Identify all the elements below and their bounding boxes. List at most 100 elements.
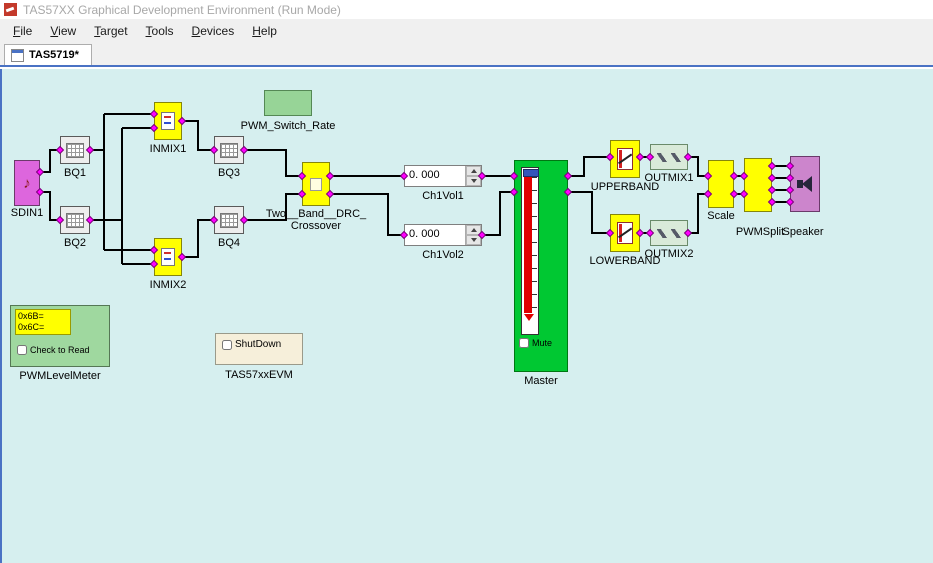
speaker-label: Speaker xyxy=(782,226,824,238)
menu-target[interactable]: Target xyxy=(85,21,136,41)
drc-curve-icon xyxy=(617,148,633,170)
pwm-level-meter-block[interactable]: 0x6B= 0x6C= Check to Read xyxy=(10,305,110,367)
crossover-label-line2: Crossover xyxy=(290,220,342,232)
ch1vol1-spin-buttons xyxy=(465,166,481,186)
menu-file[interactable]: File xyxy=(4,21,41,41)
level-pointer xyxy=(524,314,534,321)
outmix1-block[interactable] xyxy=(650,144,688,170)
master-volume-block[interactable]: Mute xyxy=(514,160,568,372)
pwmsplit-block[interactable] xyxy=(744,158,772,212)
sdin1-label: SDIN1 xyxy=(10,207,44,219)
outmix2-label: OUTMIX2 xyxy=(644,248,694,260)
pwm-level-meter-label: PWMLevelMeter xyxy=(19,370,101,382)
biquad-grid-icon xyxy=(66,212,84,228)
tas57xx-evm-label: TAS57xxEVM xyxy=(225,369,293,381)
tab-label: TAS5719* xyxy=(29,49,79,61)
menu-view[interactable]: View xyxy=(41,21,85,41)
scale-block[interactable] xyxy=(708,160,734,208)
crossover-label: Two__Band__DRC_ Crossover xyxy=(266,208,366,232)
outmix1-label: OUTMIX1 xyxy=(644,172,694,184)
arrow-up-icon xyxy=(470,228,477,232)
title-bar: TAS57XX Graphical Development Environmen… xyxy=(0,0,933,19)
shutdown-label: ShutDown xyxy=(235,339,282,350)
crossover-icon xyxy=(310,177,322,191)
shutdown-control[interactable]: ShutDown xyxy=(222,339,281,350)
schematic-canvas[interactable] xyxy=(0,69,933,563)
register-readout: 0x6B= 0x6C= xyxy=(15,309,71,335)
outmix-icon xyxy=(657,152,667,162)
menu-tools[interactable]: Tools xyxy=(137,21,183,41)
reg-6c-value: 0x6C= xyxy=(18,322,45,332)
arrow-down-icon xyxy=(470,179,477,183)
bq2-block[interactable] xyxy=(60,206,90,234)
outmix-icon xyxy=(657,228,667,238)
upperband-block[interactable] xyxy=(610,140,640,178)
menu-bar: File View Target Tools Devices Help xyxy=(0,19,933,43)
bq3-label: BQ3 xyxy=(217,167,241,179)
inmix1-label: INMIX1 xyxy=(149,143,187,155)
tab-tas5719[interactable]: TAS5719* xyxy=(4,44,92,65)
pwm-switch-rate-block[interactable] xyxy=(264,90,312,116)
reg-6b-value: 0x6B= xyxy=(18,311,44,321)
ch1vol2-spin-buttons xyxy=(465,225,481,245)
tab-bar: TAS5719* xyxy=(0,43,933,67)
mixer-icon xyxy=(161,248,175,266)
pwmsplit-label: PWMSplit xyxy=(735,226,785,238)
mute-checkbox[interactable] xyxy=(519,338,529,348)
biquad-grid-icon xyxy=(220,142,238,158)
speaker-block[interactable] xyxy=(790,156,820,212)
master-level-bar xyxy=(524,177,532,313)
shutdown-checkbox[interactable] xyxy=(222,339,232,350)
master-label: Master xyxy=(524,375,558,387)
ch1vol1-value: 0. 000 xyxy=(409,169,440,181)
document-icon xyxy=(11,48,24,62)
drc-curve-icon xyxy=(617,222,633,244)
mute-label: Mute xyxy=(532,338,553,348)
app-window: TAS57XX Graphical Development Environmen… xyxy=(0,0,933,563)
crossover-label-line1: Two__Band__DRC_ xyxy=(265,208,367,220)
scale-label: Scale xyxy=(707,210,735,222)
mute-control[interactable]: Mute xyxy=(519,338,552,348)
biquad-grid-icon xyxy=(220,212,238,228)
inmix2-block[interactable] xyxy=(154,238,182,276)
bq3-block[interactable] xyxy=(214,136,244,164)
ch1vol2-value: 0. 000 xyxy=(409,228,440,240)
bq4-block[interactable] xyxy=(214,206,244,234)
outmix-icon xyxy=(671,228,681,238)
bq1-block[interactable] xyxy=(60,136,90,164)
bq4-label: BQ4 xyxy=(217,237,241,249)
app-icon xyxy=(4,3,17,16)
arrow-down-icon xyxy=(470,238,477,242)
slider-thumb[interactable] xyxy=(523,169,539,177)
spin-up-button[interactable] xyxy=(466,225,481,235)
spin-down-button[interactable] xyxy=(466,176,481,186)
spin-down-button[interactable] xyxy=(466,235,481,245)
crossover-block[interactable] xyxy=(302,162,330,206)
bq1-label: BQ1 xyxy=(63,167,87,179)
bq2-label: BQ2 xyxy=(63,237,87,249)
window-title: TAS57XX Graphical Development Environmen… xyxy=(23,2,341,17)
sdin1-block[interactable]: ♪ xyxy=(14,160,40,206)
ch1vol1-label: Ch1Vol1 xyxy=(422,190,464,202)
check-to-read-checkbox[interactable] xyxy=(17,345,27,355)
music-note-icon: ♪ xyxy=(23,174,31,192)
spin-up-button[interactable] xyxy=(466,166,481,176)
ch1vol2-spinbox[interactable]: 0. 000 xyxy=(404,224,482,246)
ch1vol2-label: Ch1Vol2 xyxy=(422,249,464,261)
mixer-icon xyxy=(161,112,175,130)
outmix-icon xyxy=(671,152,681,162)
inmix2-label: INMIX2 xyxy=(149,279,187,291)
lowerband-block[interactable] xyxy=(610,214,640,252)
outmix2-block[interactable] xyxy=(650,220,688,246)
arrow-up-icon xyxy=(470,169,477,173)
tas57xx-evm-block[interactable]: ShutDown xyxy=(215,333,303,365)
pwm-switch-rate-label: PWM_Switch_Rate xyxy=(240,120,336,132)
inmix1-block[interactable] xyxy=(154,102,182,140)
check-to-read-control[interactable]: Check to Read xyxy=(17,345,90,355)
menu-devices[interactable]: Devices xyxy=(183,21,244,41)
check-to-read-label: Check to Read xyxy=(30,345,90,355)
ch1vol1-spinbox[interactable]: 0. 000 xyxy=(404,165,482,187)
speaker-icon xyxy=(796,175,814,193)
menu-help[interactable]: Help xyxy=(243,21,286,41)
master-slider[interactable] xyxy=(521,167,539,335)
